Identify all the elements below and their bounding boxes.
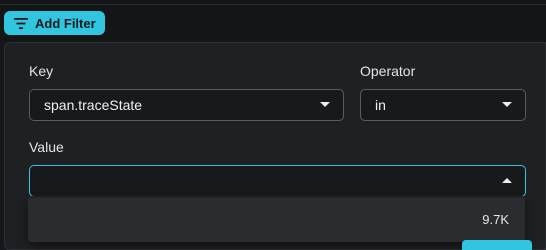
key-select-value: span.traceState [44,97,143,113]
operator-label: Operator [360,63,416,79]
value-dropdown: 9.7K [28,198,525,242]
value-label: Value [29,139,64,155]
dropdown-option[interactable]: 9.7K [28,198,525,242]
filter-lines-icon [14,17,28,29]
apply-button[interactable] [462,240,532,250]
caret-up-icon [502,178,512,183]
key-select[interactable]: span.traceState [29,89,344,121]
option-count: 9.7K [482,212,509,227]
key-label: Key [29,63,54,79]
add-filter-button[interactable]: Add Filter [4,11,105,35]
operator-select[interactable]: in [360,89,526,121]
value-input[interactable] [29,165,526,197]
top-bar: Add Filter [0,0,546,42]
add-filter-label: Add Filter [35,15,96,31]
caret-down-icon [320,102,330,107]
caret-down-icon [502,102,512,107]
operator-select-value: in [375,97,386,113]
divider [0,4,546,5]
